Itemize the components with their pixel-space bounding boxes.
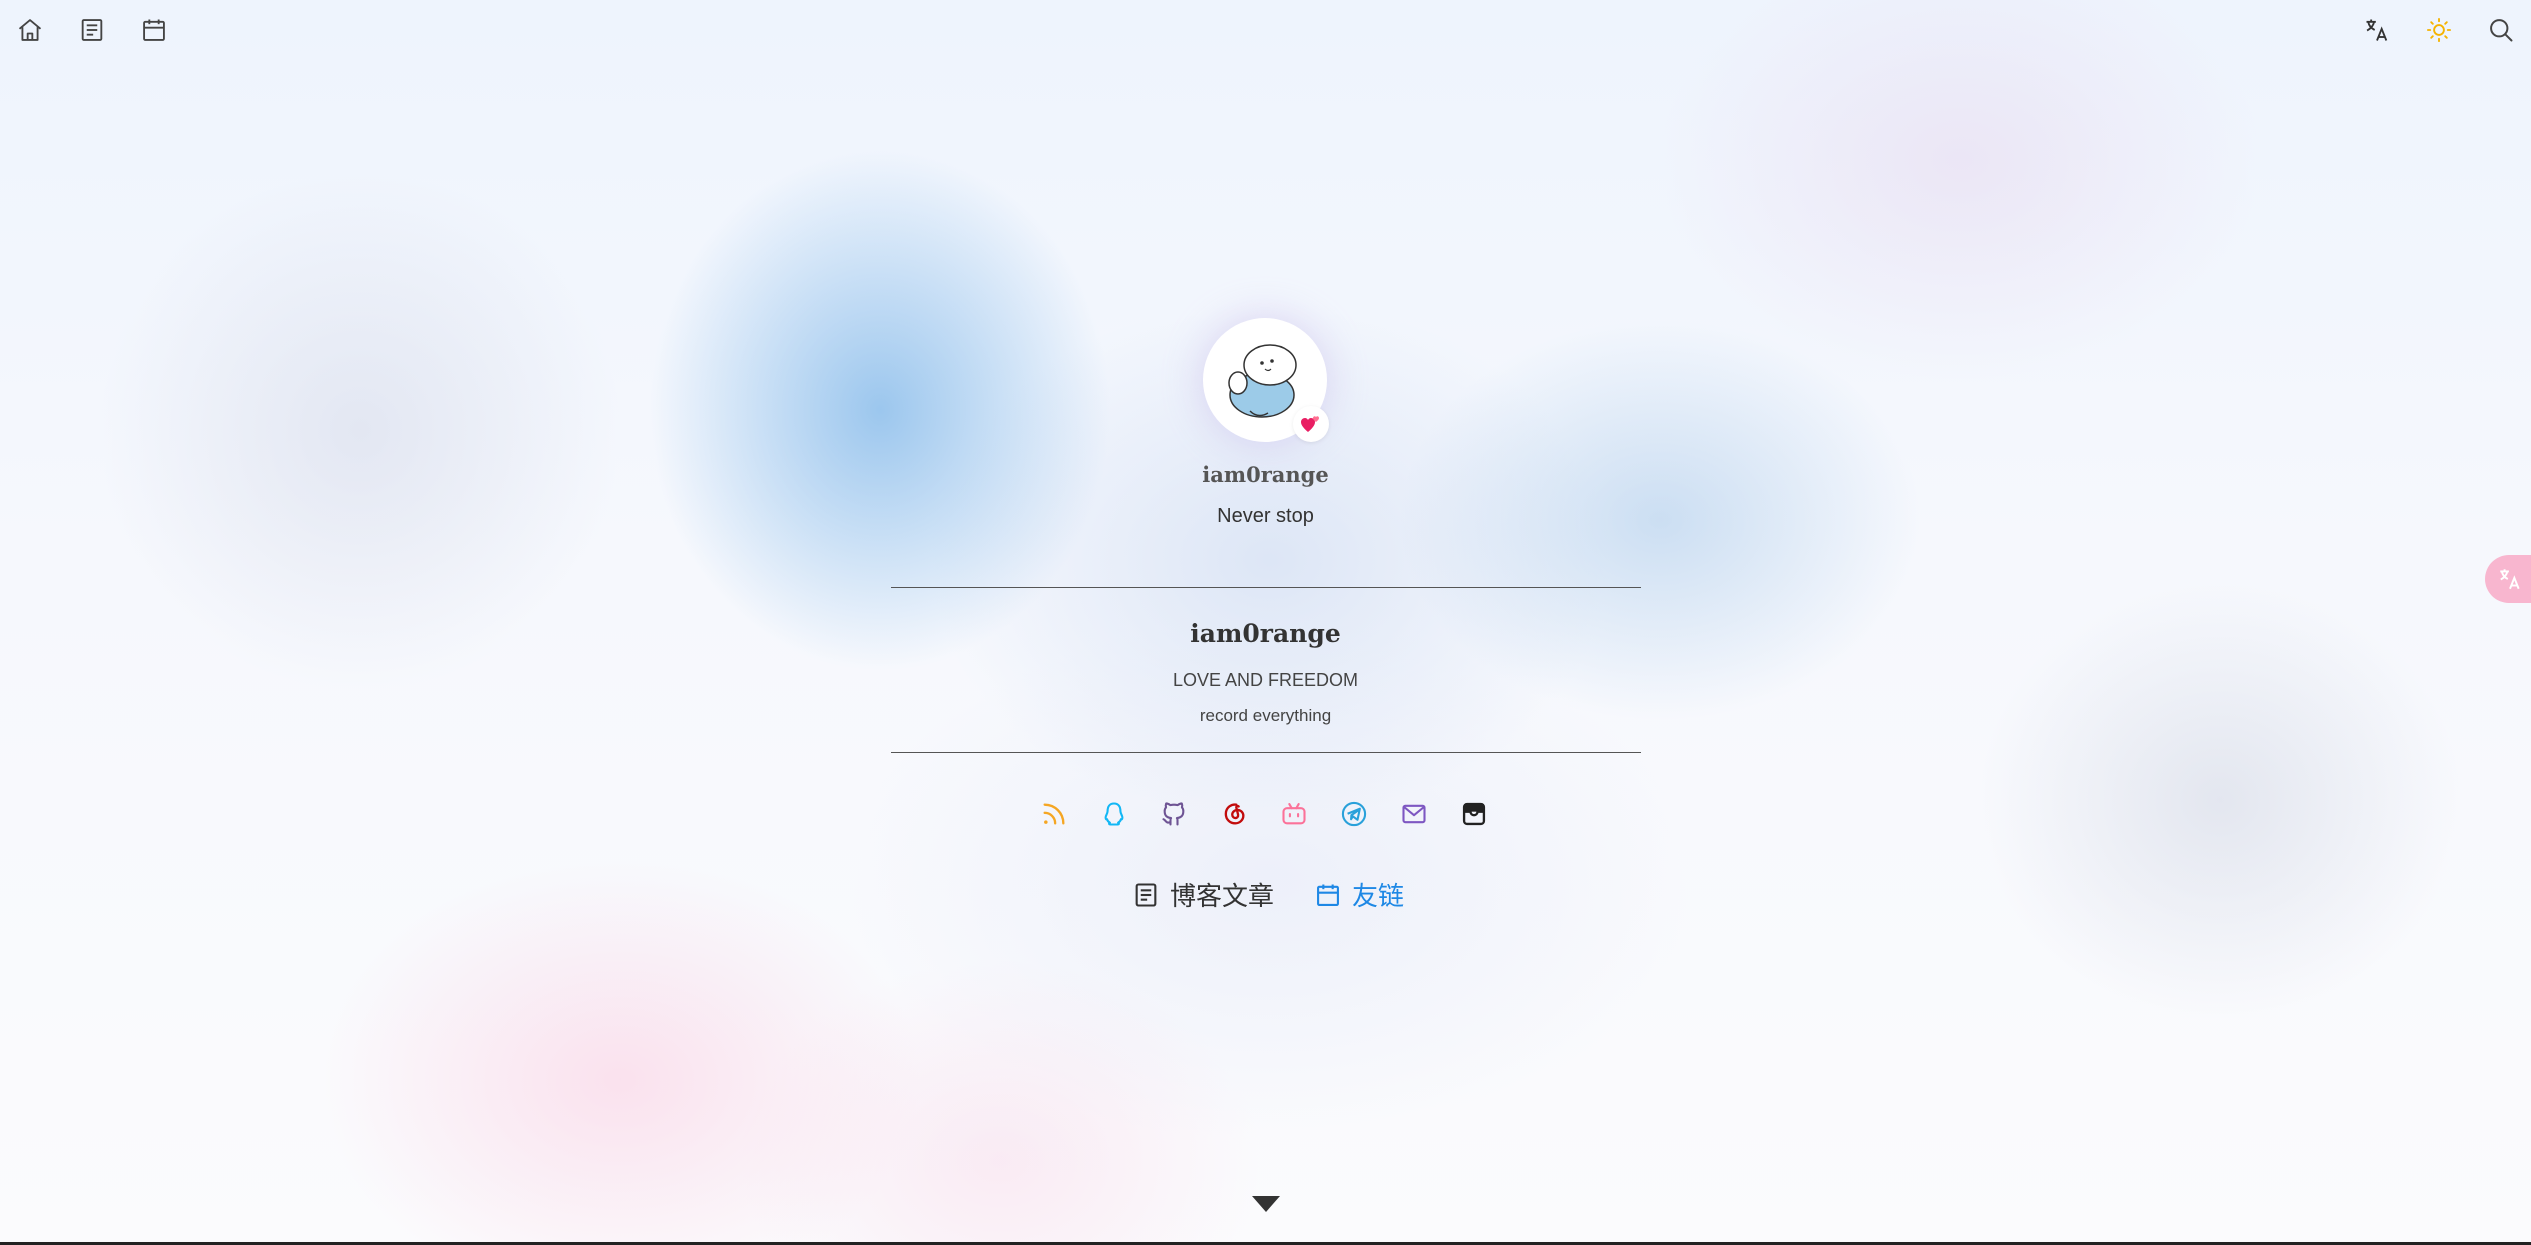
rss-icon[interactable] [1038,798,1070,830]
calendar-icon [1317,884,1339,906]
friends-label: 友链 [1352,881,1405,911]
home-icon[interactable] [14,14,46,46]
blog-articles-link[interactable]: 博客文章 [1132,876,1274,913]
divider-top [891,587,1641,588]
archive-icon[interactable] [1458,798,1490,830]
profile-name: iam0range [1190,619,1341,648]
nav-right-group [2361,14,2517,46]
translate-icon[interactable] [2361,14,2393,46]
friends-link[interactable]: 友链 [1314,876,1404,913]
blog-articles-label: 博客文章 [1170,881,1275,911]
scroll-down-arrow-icon[interactable] [1250,1192,1282,1216]
heart-badge-icon [1293,406,1329,442]
profile-tagline: LOVE AND FREEDOM [1172,670,1359,690]
sun-icon[interactable] [2423,14,2455,46]
article-icon[interactable] [76,14,108,46]
avatar[interactable] [1203,318,1329,442]
side-translate-button[interactable] [2485,555,2531,603]
site-motto: Never stop [1217,505,1314,527]
bilibili-icon[interactable] [1278,798,1310,830]
search-icon[interactable] [2485,14,2517,46]
social-links [1038,798,1490,830]
calendar-icon[interactable] [138,14,170,46]
site-name: iam0range [1202,462,1329,487]
divider-bottom [891,752,1641,753]
qq-icon[interactable] [1098,798,1130,830]
email-icon[interactable] [1398,798,1430,830]
profile-subtitle: record everything [1199,706,1332,725]
article-icon [1135,882,1157,907]
nav-left-group [14,14,170,46]
main-links: 博客文章 友链 [1132,876,1404,913]
telegram-icon[interactable] [1338,798,1370,830]
top-navbar [0,0,2531,60]
netease-music-icon[interactable] [1218,798,1250,830]
github-icon[interactable] [1158,798,1190,830]
translate-icon [2500,569,2520,590]
